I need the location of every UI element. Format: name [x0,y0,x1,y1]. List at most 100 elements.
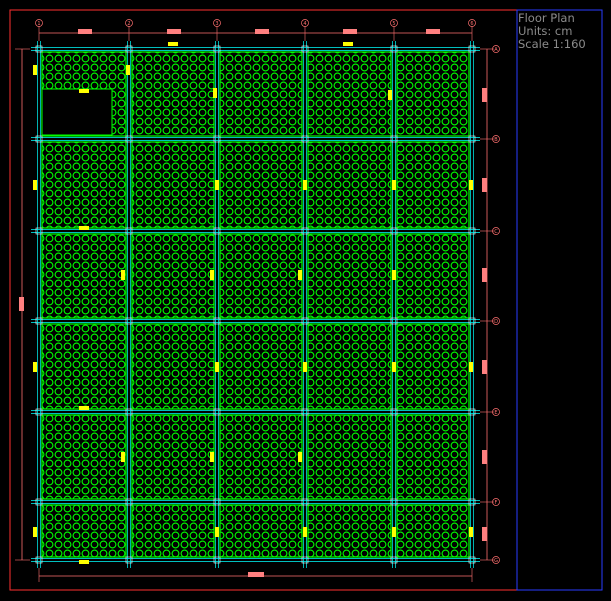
column-node [125,498,133,506]
column-node [35,45,43,53]
support-marker [79,89,89,93]
support-marker [33,527,37,537]
support-marker [33,362,37,372]
support-marker [215,180,219,190]
support-marker [215,527,219,537]
column-node [301,408,309,416]
column-node [390,408,398,416]
row-label: F [495,500,498,506]
column-bubble-2: 2 [125,19,133,27]
support-marker [303,180,307,190]
bay-B-1 [41,141,127,229]
bay-B-5 [396,141,470,229]
dimension-tag [482,450,487,464]
bay-pattern [220,234,302,318]
bay-D-2 [131,323,215,410]
bay-F-2 [131,504,215,558]
column-node [390,317,398,325]
support-marker [79,226,89,230]
support-marker [469,180,473,190]
row-bubble-C: C [492,227,500,235]
bay-pattern [308,142,391,228]
bay-C-5 [396,233,470,319]
bay-pattern [42,505,126,557]
bay-pattern [397,505,469,557]
support-marker [126,65,130,75]
column-node [468,45,476,53]
dimension-tag [167,29,181,34]
bay-pattern [42,142,126,228]
bay-pattern [220,324,302,409]
column-node [213,317,221,325]
bay-pattern [132,505,214,557]
bay-A-4 [307,51,392,137]
floor-bays [41,51,470,558]
bay-C-1 [41,233,127,319]
bay-pattern [397,142,469,228]
bay-D-5 [396,323,470,410]
support-marker [469,527,473,537]
column-node [213,45,221,53]
bay-pattern [397,324,469,409]
title-block-frame [516,9,603,591]
bay-C-3 [219,233,303,319]
column-node [213,408,221,416]
bay-pattern [220,142,302,228]
support-marker [210,452,214,462]
column-node [35,317,43,325]
bay-pattern [397,52,469,136]
row-bubble-G: G [492,556,500,564]
column-node [35,227,43,235]
column-node [468,408,476,416]
support-marker [392,180,396,190]
column-node [213,227,221,235]
bay-pattern [308,234,391,318]
bay-pattern [42,415,126,499]
column-node [468,227,476,235]
column-node [301,556,309,564]
column-node [301,498,309,506]
column-node [125,556,133,564]
column-label: 5 [392,21,395,27]
bay-pattern [132,324,214,409]
bay-E-1 [41,414,127,500]
dimension-tag [343,29,357,34]
column-bubble-5: 5 [390,19,398,27]
row-bubble-D: D [492,317,500,325]
column-node [213,135,221,143]
column-label: 4 [303,21,306,27]
column-node [468,135,476,143]
support-marker [215,362,219,372]
column-label: 6 [470,21,473,27]
bay-pattern [220,505,302,557]
column-node [125,317,133,325]
column-node [213,498,221,506]
bay-pattern [132,142,214,228]
column-node [390,45,398,53]
column-bubble-6: 6 [468,19,476,27]
bay-pattern [308,505,391,557]
column-node [390,135,398,143]
bay-B-4 [307,141,392,229]
column-node [125,227,133,235]
bay-pattern [42,324,126,409]
column-bubble-3: 3 [213,19,221,27]
bay-E-2 [131,414,215,500]
bay-pattern [308,324,391,409]
column-bubble-4: 4 [301,19,309,27]
dimension-tag [255,29,269,34]
support-marker [79,406,89,410]
dimension-tag [248,572,264,577]
column-bubble-1: 1 [35,19,43,27]
support-marker [210,270,214,280]
support-marker [33,65,37,75]
column-node [213,556,221,564]
column-node [468,498,476,506]
bay-pattern [42,234,126,318]
column-node [468,317,476,325]
column-node [468,556,476,564]
bay-D-3 [219,323,303,410]
row-label: G [494,558,498,564]
support-marker [79,560,89,564]
support-marker [469,362,473,372]
